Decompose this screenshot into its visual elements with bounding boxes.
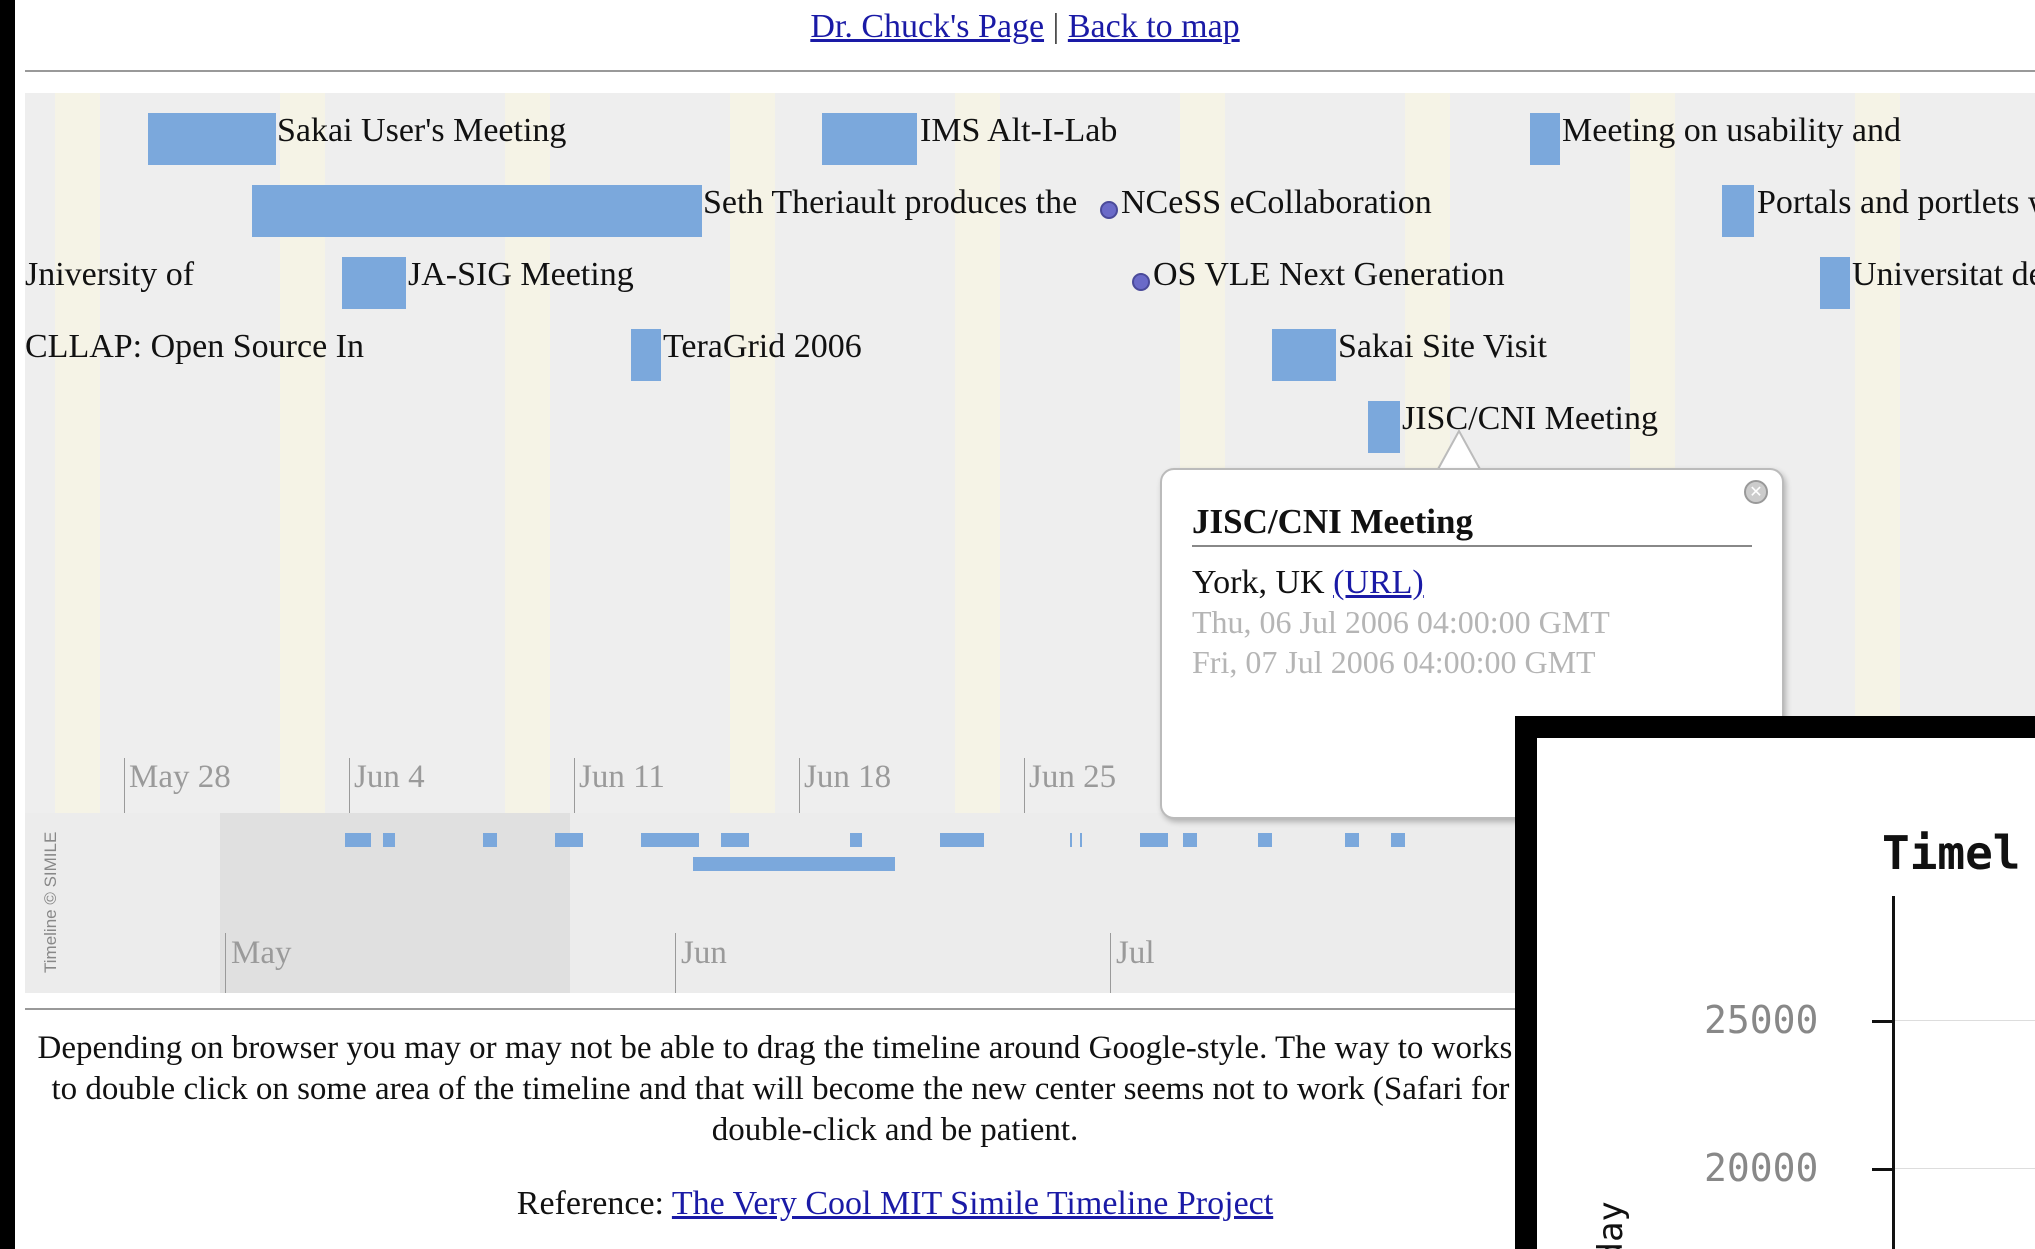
tick-label: Jun 18 bbox=[804, 759, 892, 795]
tick-line bbox=[1110, 933, 1111, 993]
event-label[interactable]: NCeSS eCollaboration bbox=[1121, 183, 1432, 223]
event-label[interactable]: IMS Alt-I-Lab bbox=[920, 111, 1117, 151]
popup-pointer bbox=[1437, 430, 1481, 472]
tick-line bbox=[574, 758, 575, 813]
overlay-tick-mark bbox=[1872, 1168, 1892, 1171]
home-link[interactable]: Dr. Chuck's Page bbox=[810, 8, 1044, 45]
nav-separator: | bbox=[1052, 8, 1060, 45]
mini-event bbox=[555, 833, 583, 847]
overlay-gridline bbox=[1895, 1168, 2035, 1169]
event-bar[interactable] bbox=[148, 113, 276, 165]
simile-credit: Timeline © SIMILE bbox=[41, 831, 60, 973]
tick-label: May 28 bbox=[129, 759, 231, 795]
mini-event bbox=[383, 833, 395, 847]
back-to-map-link[interactable]: Back to map bbox=[1068, 8, 1240, 45]
tick-label: Jun bbox=[681, 935, 727, 971]
mini-event bbox=[1345, 833, 1359, 847]
mini-event bbox=[850, 833, 862, 847]
close-icon[interactable]: ✕ bbox=[1744, 480, 1768, 504]
popup-divider bbox=[1192, 545, 1752, 547]
popup-location-text: York, UK bbox=[1192, 564, 1325, 601]
event-dot[interactable] bbox=[1100, 201, 1118, 219]
tick-line bbox=[349, 758, 350, 813]
tick-label: Jul bbox=[1116, 935, 1155, 971]
tick-line bbox=[675, 933, 676, 993]
simile-project-link[interactable]: The Very Cool MIT Simile Timeline Projec… bbox=[672, 1185, 1273, 1222]
event-label[interactable]: Seth Theriault produces the bbox=[703, 183, 1077, 223]
event-label[interactable]: Sakai Site Visit bbox=[1338, 327, 1547, 367]
popup-url-link[interactable]: (URL) bbox=[1333, 564, 1424, 601]
event-bar[interactable] bbox=[631, 329, 661, 381]
event-bar[interactable] bbox=[1368, 401, 1400, 453]
mini-event bbox=[345, 833, 371, 847]
mini-event bbox=[1070, 833, 1072, 847]
tick-label: May bbox=[231, 935, 292, 971]
event-label[interactable]: OS VLE Next Generation bbox=[1153, 255, 1505, 295]
event-bar[interactable] bbox=[252, 185, 702, 237]
popup-end-date: Fri, 07 Jul 2006 04:00:00 GMT bbox=[1192, 644, 1596, 680]
overlay-tick-mark bbox=[1872, 1020, 1892, 1023]
event-bar[interactable] bbox=[1530, 113, 1560, 165]
mini-event bbox=[940, 833, 984, 847]
popup-location: York, UK (URL) bbox=[1192, 564, 1424, 602]
event-label[interactable]: Universitat de bbox=[1852, 255, 2035, 295]
mini-event bbox=[693, 857, 895, 871]
overlay-chart: Timel 25000 20000 /day bbox=[1537, 738, 2035, 1249]
event-bar[interactable] bbox=[1820, 257, 1850, 309]
event-bar[interactable] bbox=[1722, 185, 1754, 237]
event-label[interactable]: Portals and portlets w bbox=[1757, 183, 2035, 223]
event-bar[interactable] bbox=[1272, 329, 1336, 381]
mini-event bbox=[1080, 833, 1082, 847]
reference-prefix: Reference: bbox=[516, 1185, 665, 1222]
overlay-chart-window: Timel 25000 20000 /day bbox=[1515, 716, 2035, 1249]
tick-label: Jun 25 bbox=[1029, 759, 1117, 795]
event-bar[interactable] bbox=[342, 257, 406, 309]
tick-line bbox=[225, 933, 226, 993]
overlay-y-axis-label: /day bbox=[1591, 1201, 1631, 1249]
mini-event bbox=[1183, 833, 1197, 847]
tick-label: Jun 11 bbox=[579, 759, 665, 795]
tick-label: Jun 4 bbox=[354, 759, 425, 795]
reference-line: Reference: The Very Cool MIT Simile Time… bbox=[25, 1185, 1765, 1223]
top-nav: Dr. Chuck's Page | Back to map bbox=[15, 8, 2035, 46]
mini-event bbox=[1391, 833, 1405, 847]
event-label[interactable]: JA-SIG Meeting bbox=[408, 255, 634, 295]
overlay-y-axis bbox=[1892, 896, 1895, 1249]
popup-start-date: Thu, 06 Jul 2006 04:00:00 GMT bbox=[1192, 604, 1610, 640]
tick-line bbox=[124, 758, 125, 813]
overlay-gridline bbox=[1895, 1020, 2035, 1021]
mini-event bbox=[483, 833, 497, 847]
event-label[interactable]: Sakai User's Meeting bbox=[277, 111, 566, 151]
weekend-stripe bbox=[55, 93, 100, 813]
mini-event bbox=[1140, 833, 1168, 847]
mini-event bbox=[641, 833, 699, 847]
event-bar[interactable] bbox=[822, 113, 917, 165]
event-label[interactable]: Meeting on usability and bbox=[1562, 111, 1901, 151]
mini-event bbox=[721, 833, 749, 847]
event-label[interactable]: CLLAP: Open Source In bbox=[25, 327, 364, 367]
popup-title: JISC/CNI Meeting bbox=[1192, 502, 1473, 541]
overlay-y-tick-label: 20000 bbox=[1704, 1146, 1819, 1190]
overlay-y-tick-label: 25000 bbox=[1704, 998, 1819, 1042]
event-label[interactable]: TeraGrid 2006 bbox=[663, 327, 862, 367]
top-divider bbox=[25, 70, 2035, 72]
tick-line bbox=[799, 758, 800, 813]
tick-line bbox=[1024, 758, 1025, 813]
description-text: Depending on browser you may or may not … bbox=[37, 1030, 1753, 1148]
event-dot[interactable] bbox=[1132, 273, 1150, 291]
overlay-chart-title: Timel bbox=[1882, 826, 2021, 880]
mini-event bbox=[1258, 833, 1272, 847]
event-label[interactable]: Jniversity of bbox=[25, 255, 194, 295]
